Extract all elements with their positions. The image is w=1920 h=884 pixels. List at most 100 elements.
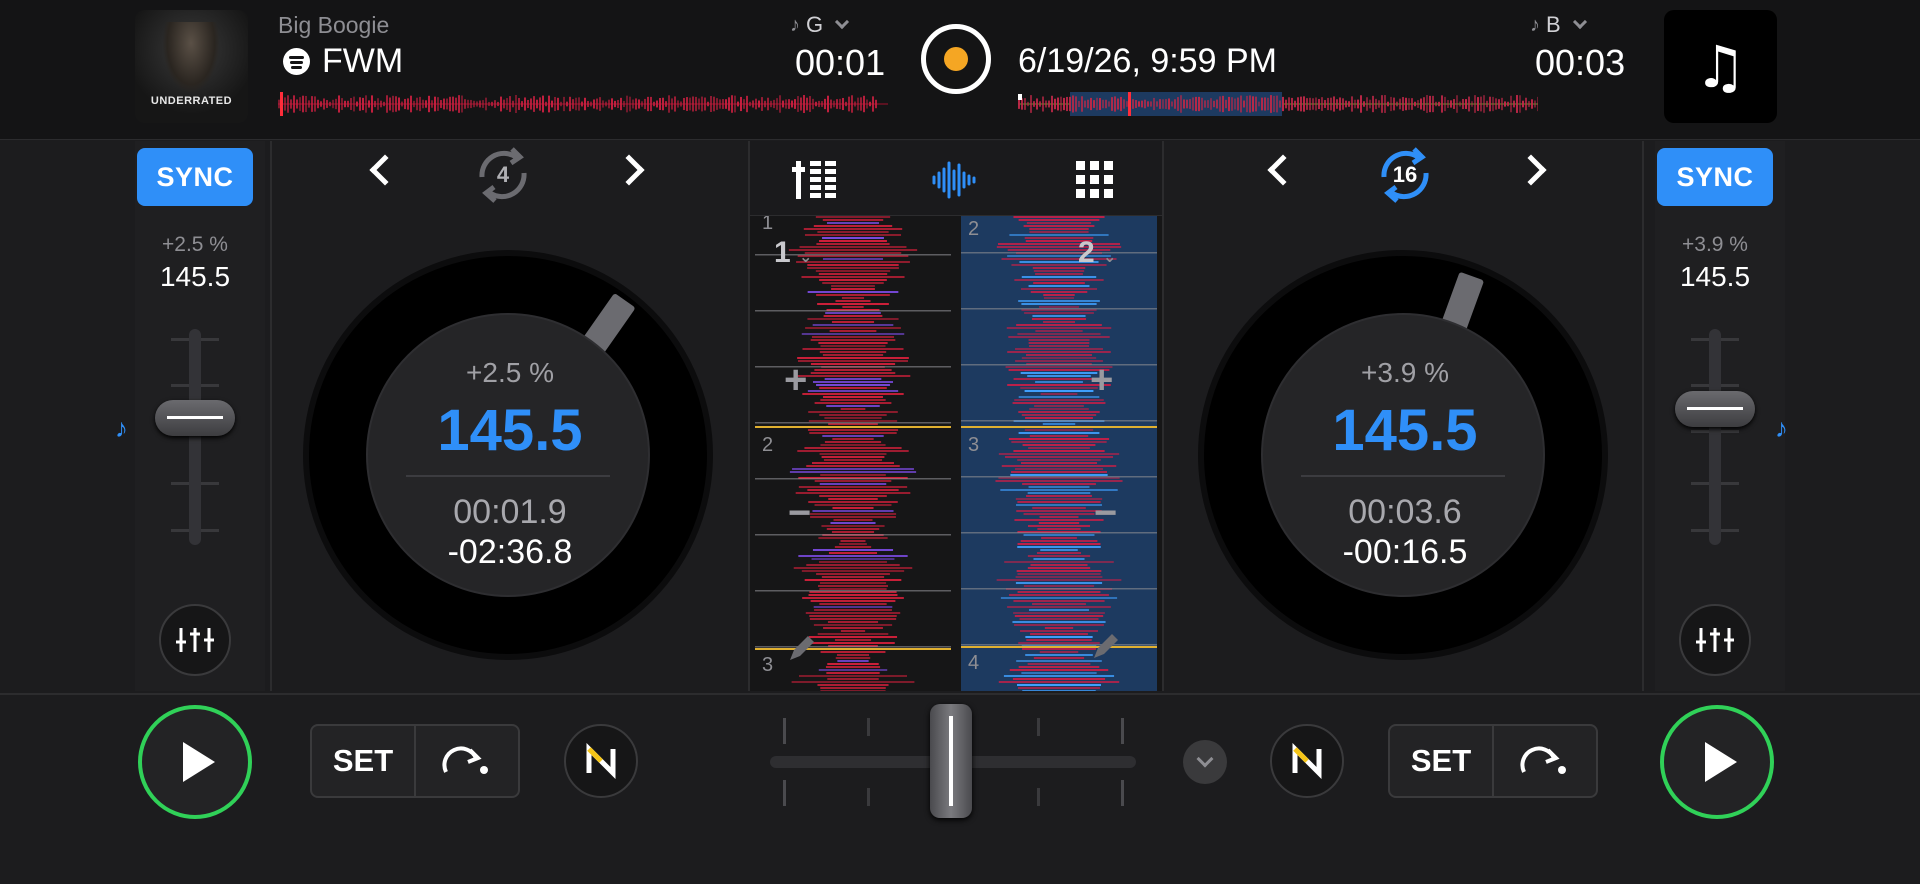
mixer-sliders-icon — [176, 628, 214, 652]
deck-a-elapsed: 00:01.9 — [453, 493, 567, 531]
deck-b-pitch-fader-handle[interactable] — [1675, 391, 1755, 427]
deck-b-number: 2 — [1078, 236, 1095, 269]
music-note-icon: ♪ — [115, 413, 128, 443]
deck-b-zoom-out-icon[interactable]: − — [1094, 491, 1117, 536]
deck-a-track-row: FWM — [283, 42, 403, 81]
deck-b-platter[interactable]: +3.9 % 145.5 00:03.6 -00:16.5 — [1198, 250, 1608, 660]
deck-b-play-button[interactable] — [1660, 705, 1774, 819]
artwork-label: UNDERRATED — [150, 95, 233, 107]
deck-b-pitch-fader[interactable] — [1709, 329, 1721, 545]
crossfader-tick — [783, 780, 786, 806]
play-icon — [1705, 742, 1737, 782]
deck-a-play-button[interactable] — [138, 705, 252, 819]
deck-b-overview-waveform[interactable] — [1018, 92, 1538, 116]
crossfader-tick — [1121, 718, 1124, 744]
deck-b-platter-bpm: 145.5 — [1332, 398, 1478, 463]
crossfader-tick — [867, 788, 870, 806]
deck-b-loop-button[interactable]: 16 — [1370, 145, 1440, 205]
deck-a-set-button[interactable]: SET — [312, 726, 416, 796]
pads-grid-icon[interactable] — [1070, 155, 1120, 205]
bar-number: 3 — [968, 434, 980, 456]
separator — [1301, 475, 1505, 477]
deck-a-scrolling-waveform[interactable] — [755, 216, 951, 691]
center-waveform-area[interactable]: 1 2 3 2 3 4 1 ⌄ 2 ⌄ + − + − — [750, 216, 1162, 691]
divider — [1642, 141, 1644, 691]
music-note-icon: ♪ — [1775, 413, 1788, 443]
deck-a-platter[interactable]: +2.5 % 145.5 00:01.9 -02:36.8 — [303, 250, 713, 660]
deck-b-cue-group: SET — [1388, 724, 1598, 798]
jump-arrow-icon — [1520, 746, 1566, 774]
deck-a-loop-button[interactable]: 4 — [468, 145, 538, 205]
music-note-icon: ♪ — [1530, 13, 1540, 36]
deck-a-key-selector[interactable]: ♪ G — [790, 12, 850, 38]
deck-a-pitch-percent: +2.5 % — [162, 233, 228, 256]
deck-a-key: G — [806, 12, 824, 37]
top-bar: UNDERRATED Big Boogie FWM ♪ G 00:01 6/19… — [0, 0, 1920, 140]
crossfader-handle[interactable] — [930, 704, 972, 818]
deck-b-number-selector[interactable]: 2 ⌄ — [1078, 236, 1116, 270]
divider — [270, 141, 272, 691]
deck-b-set-button[interactable]: SET — [1390, 726, 1494, 796]
play-icon — [183, 742, 215, 782]
deck-b-loop-controls: 16 — [1258, 145, 1548, 205]
record-button[interactable] — [921, 24, 991, 94]
deck-b-jump-button[interactable] — [1494, 726, 1596, 796]
deck-b-loop-next-button[interactable] — [1515, 154, 1547, 186]
deck-a-loop-size: 4 — [496, 162, 510, 187]
tempo-layout-icon[interactable] — [790, 155, 840, 205]
deck-b-eq-button[interactable] — [1679, 604, 1751, 676]
neural-mix-icon — [1292, 743, 1322, 779]
crossfader-menu-button[interactable] — [1183, 740, 1227, 784]
deck-a-artwork[interactable]: UNDERRATED — [135, 10, 248, 123]
crossfader-tick — [1037, 718, 1040, 736]
chevron-down-icon — [1196, 750, 1214, 768]
deck-b-loop-size: 16 — [1392, 162, 1418, 187]
deck-a-remaining: -02:36.8 — [447, 533, 573, 571]
deck-b-neural-mix-button[interactable] — [1270, 724, 1344, 798]
deck-b-sync-button[interactable]: SYNC — [1657, 148, 1773, 206]
neural-mix-icon — [586, 743, 616, 779]
deck-a-sync-button[interactable]: SYNC — [137, 148, 253, 206]
deck-b-time: 00:03 — [1535, 42, 1626, 83]
deck-a-pitch-fader-handle[interactable] — [155, 400, 235, 436]
deck-b-artwork[interactable]: ♫ — [1664, 10, 1777, 123]
chevron-down-icon — [835, 14, 850, 30]
deck-a-platter-bpm: 145.5 — [437, 398, 583, 463]
deck-a-platter-center: +2.5 % 145.5 00:01.9 -02:36.8 — [366, 313, 650, 597]
deck-b-zoom-in-icon[interactable]: + — [1090, 358, 1113, 403]
deck-b-key-selector[interactable]: ♪ B — [1530, 12, 1587, 38]
deck-a-number-selector[interactable]: 1 ⌄ — [774, 236, 812, 270]
deck-b-platter-pitch: +3.9 % — [1361, 357, 1449, 388]
deck-b-edit-pencil-icon[interactable] — [1090, 632, 1120, 662]
waveform-view-icon[interactable] — [930, 155, 980, 205]
music-note-icon: ♪ — [790, 13, 800, 36]
deck-b-loop-prev-button[interactable] — [1267, 154, 1299, 186]
crossfader-tick — [1121, 780, 1124, 806]
deck-b-pitch-panel: SYNC +3.9 % 145.5 ♪ — [1655, 141, 1788, 691]
deck-a-loop-controls: 4 — [360, 145, 650, 205]
deck-b-key: B — [1546, 12, 1561, 37]
deck-a-cue-group: SET — [310, 724, 520, 798]
deck-a-jump-button[interactable] — [416, 726, 518, 796]
deck-a-loop-next-button[interactable] — [613, 154, 645, 186]
crossfader-tick — [867, 718, 870, 736]
deck-a-zoom-out-icon[interactable]: − — [788, 491, 811, 536]
chevron-down-icon: ⌄ — [1103, 249, 1117, 266]
jump-arrow-icon — [442, 746, 488, 774]
separator — [406, 475, 610, 477]
artwork-figure — [163, 22, 219, 92]
deck-a-edit-pencil-icon[interactable] — [786, 634, 816, 664]
deck-a-loop-prev-button[interactable] — [369, 154, 401, 186]
spotify-icon — [283, 48, 310, 75]
crossfader-tick — [783, 718, 786, 744]
deck-a-eq-button[interactable] — [159, 604, 231, 676]
deck-a-zoom-in-icon[interactable]: + — [784, 358, 807, 403]
chevron-down-icon: ⌄ — [799, 249, 813, 266]
deck-a-overview-waveform[interactable] — [278, 92, 888, 116]
deck-b-scrolling-waveform[interactable] — [961, 216, 1157, 691]
bar-number: 2 — [762, 434, 774, 456]
deck-a-neural-mix-button[interactable] — [564, 724, 638, 798]
bar-number: 4 — [968, 652, 980, 674]
deck-a-pitch-fader[interactable] — [189, 329, 201, 545]
crossfader-tick — [1037, 788, 1040, 806]
